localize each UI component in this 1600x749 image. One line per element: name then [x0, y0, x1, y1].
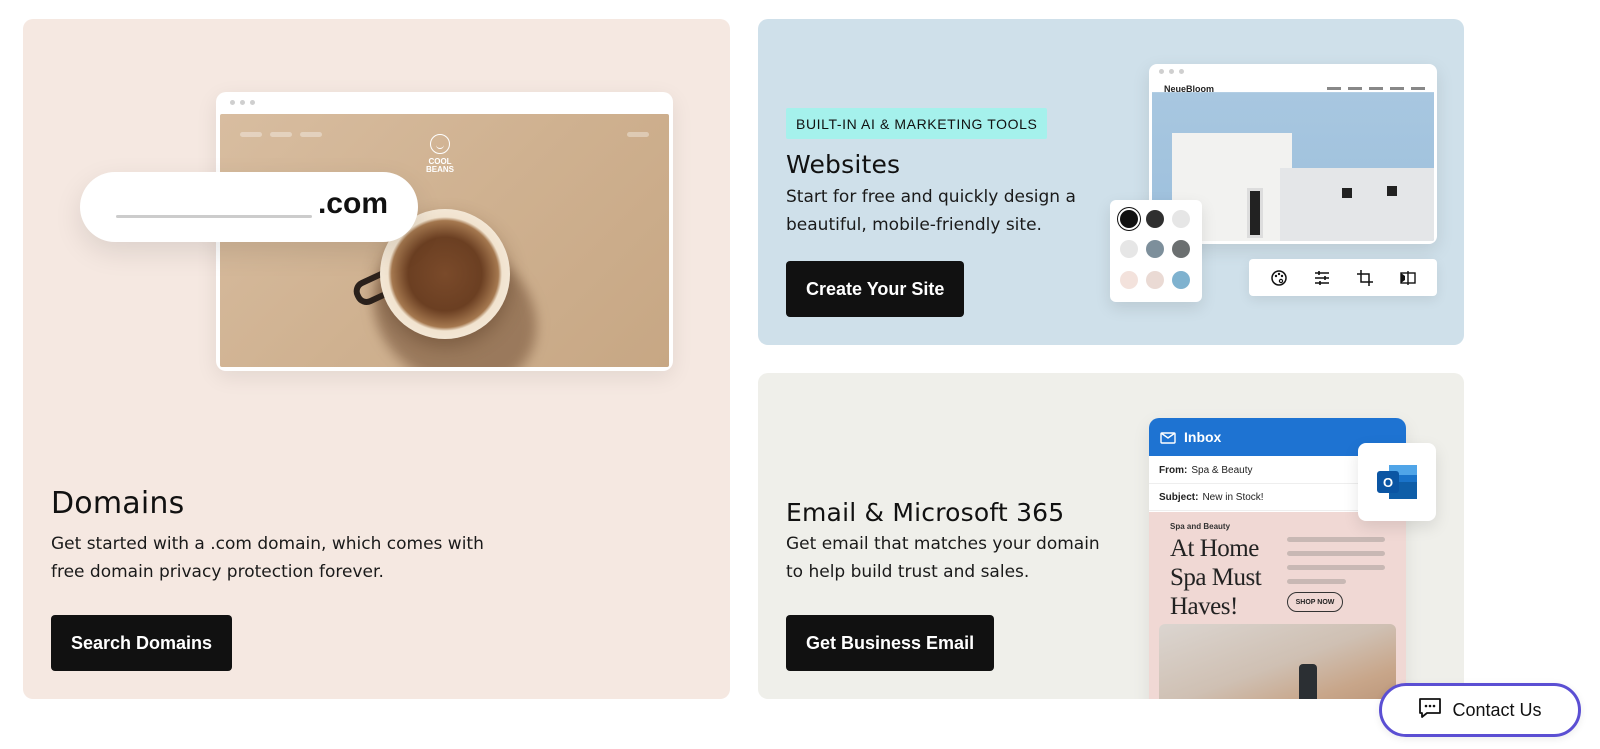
- logo-line-2: BEANS: [425, 165, 454, 174]
- email-description: Get email that matches your domain to he…: [786, 534, 1100, 582]
- promo-text-lines: [1287, 537, 1385, 593]
- email-title: Email & Microsoft 365: [786, 498, 1065, 527]
- ai-marketing-tag: BUILT-IN AI & MARKETING TOOLS: [786, 108, 1048, 139]
- mail-icon: [1160, 431, 1176, 447]
- contact-us-button[interactable]: Contact Us: [1379, 683, 1581, 737]
- browser-dots: [230, 100, 255, 105]
- cool-beans-logo: COOL BEANS: [420, 134, 460, 174]
- color-swatch[interactable]: [1172, 240, 1190, 259]
- domains-description: Get started with a .com domain, which co…: [51, 534, 484, 582]
- color-swatch[interactable]: [1146, 270, 1164, 289]
- domain-search-pill: .com: [80, 172, 418, 242]
- color-swatch[interactable]: [1120, 270, 1138, 289]
- outlook-letter: O: [1383, 475, 1393, 490]
- color-swatch[interactable]: [1146, 210, 1164, 228]
- websites-card: BUILT-IN AI & MARKETING TOOLS Websites S…: [758, 19, 1464, 345]
- promo-headline: At Home Spa Must Haves!: [1170, 535, 1262, 620]
- color-swatch[interactable]: [1172, 210, 1190, 228]
- get-business-email-button[interactable]: Get Business Email: [786, 615, 995, 671]
- create-site-button[interactable]: Create Your Site: [786, 261, 965, 317]
- compare-icon[interactable]: [1396, 266, 1420, 290]
- domains-title: Domains: [51, 486, 185, 521]
- email-card: Email & Microsoft 365 Get email that mat…: [758, 373, 1464, 699]
- domain-tld: .com: [317, 187, 388, 220]
- chat-icon: [1418, 697, 1442, 724]
- domains-card: COOL BEANS .com Domains Get started with…: [23, 19, 730, 699]
- websites-title: Websites: [786, 150, 901, 179]
- contact-us-label: Contact Us: [1452, 699, 1542, 720]
- color-swatch[interactable]: [1120, 240, 1138, 259]
- color-swatch[interactable]: [1120, 210, 1138, 228]
- crop-icon[interactable]: [1353, 266, 1377, 290]
- from-label: From:: [1159, 464, 1188, 476]
- color-swatch[interactable]: [1172, 270, 1190, 289]
- inbox-label: Inbox: [1184, 429, 1222, 445]
- websites-description: Start for free and quickly design a beau…: [786, 187, 1076, 235]
- shop-now-button: SHOP NOW: [1287, 592, 1343, 612]
- site-nav: [1327, 87, 1425, 90]
- adjust-sliders-icon[interactable]: [1310, 266, 1334, 290]
- editor-toolbar: [1249, 259, 1437, 296]
- palette-icon[interactable]: [1267, 266, 1291, 290]
- spa-product-photo: [1159, 624, 1396, 699]
- from-value: Spa & Beauty: [1191, 464, 1253, 476]
- promo-email-body: Spa and Beauty At Home Spa Must Haves! S…: [1149, 512, 1406, 699]
- promo-brand: Spa and Beauty: [1170, 522, 1231, 531]
- color-swatch[interactable]: [1146, 240, 1164, 259]
- neuebloom-logo: NeueBloom: [1164, 84, 1215, 94]
- subject-value: New in Stock!: [1202, 491, 1264, 503]
- search-domains-button[interactable]: Search Domains: [51, 615, 233, 671]
- color-swatch-panel: [1110, 200, 1202, 302]
- outlook-icon: O: [1358, 443, 1436, 521]
- subject-label: Subject:: [1159, 491, 1199, 503]
